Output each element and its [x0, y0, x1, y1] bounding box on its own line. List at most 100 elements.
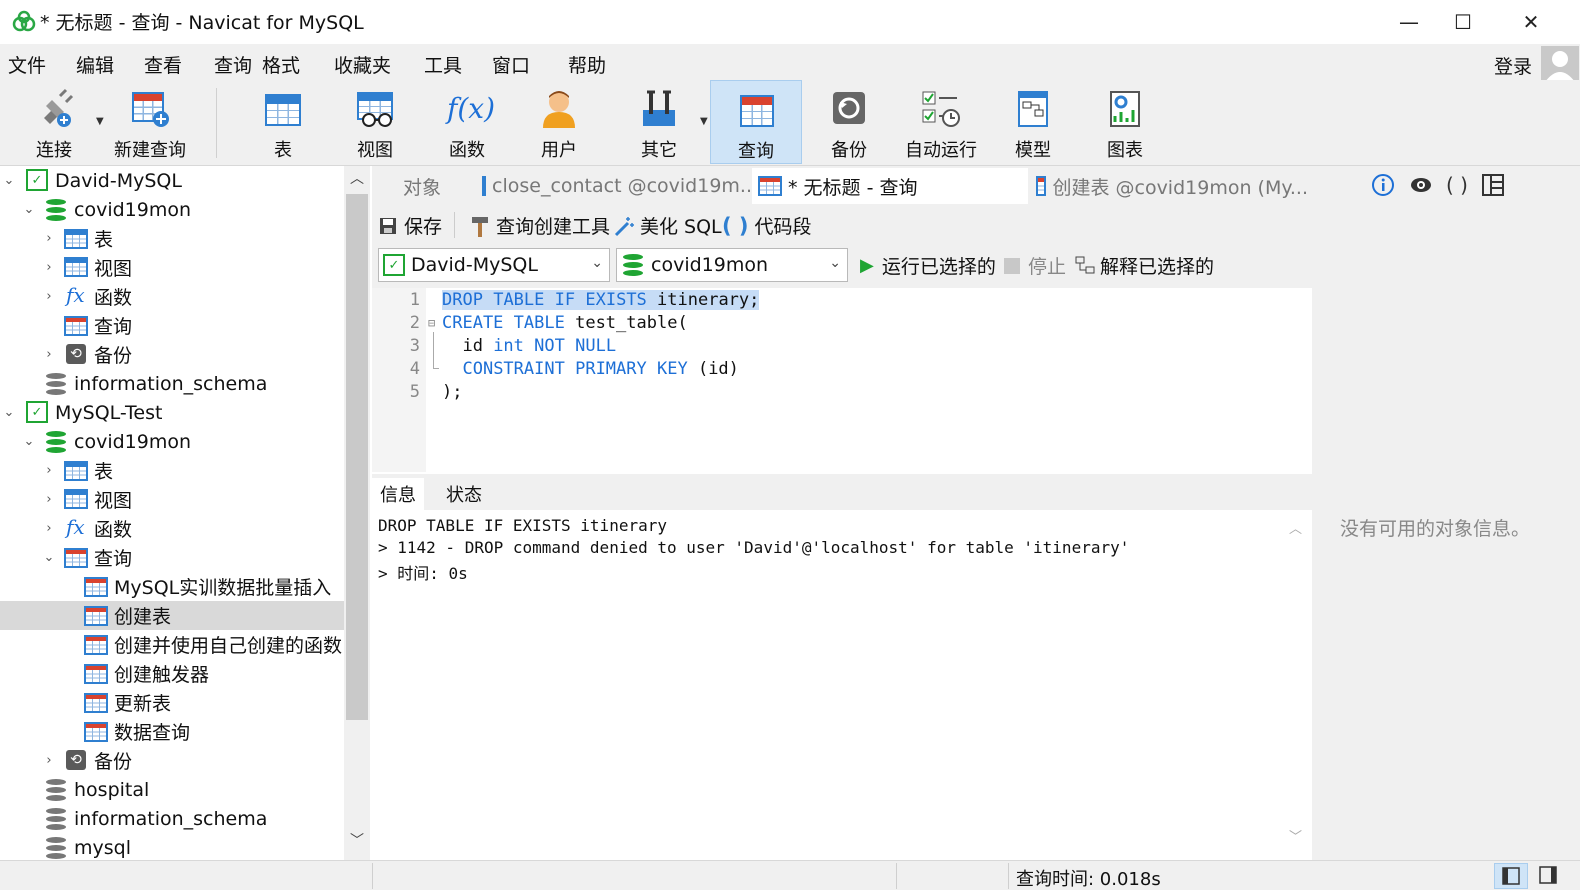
connect-button[interactable]: 连接: [14, 80, 94, 164]
menu-view[interactable]: 查看: [144, 51, 182, 78]
tree-scrollbar[interactable]: ︿ ﹀: [344, 166, 370, 860]
auto-run-button[interactable]: 自动运行: [896, 80, 986, 164]
tab-status[interactable]: 状态: [438, 478, 490, 510]
avatar[interactable]: [1541, 46, 1579, 82]
chevron-down-icon[interactable]: ⌄: [22, 202, 36, 217]
tree-views[interactable]: › 视图: [0, 253, 344, 282]
menu-favorites[interactable]: 收藏夹: [334, 51, 391, 78]
tree-query-item[interactable]: 数据查询: [0, 717, 344, 746]
login-link[interactable]: 登录: [1494, 52, 1532, 79]
code-snippet-button[interactable]: ( ) 代码段: [722, 212, 812, 239]
chevron-down-icon[interactable]: ⌄: [42, 550, 56, 565]
tree-query-item[interactable]: 更新表: [0, 688, 344, 717]
chevron-down-icon[interactable]: ⌄: [2, 405, 16, 420]
stop-button[interactable]: 停止: [1004, 252, 1066, 279]
tree-db-covid19mon[interactable]: ⌄ covid19mon: [0, 195, 344, 224]
menu-file[interactable]: 文件: [8, 51, 46, 78]
close-button[interactable]: ✕: [1508, 6, 1554, 38]
tree-views[interactable]: › 视图: [0, 485, 344, 514]
ddl-brackets-icon[interactable]: ( ): [1444, 172, 1470, 198]
tree-queries[interactable]: ⌄ 查询: [0, 543, 344, 572]
function-button[interactable]: f(x) 函数: [424, 80, 510, 164]
tree-db-information-schema[interactable]: information_schema: [0, 804, 344, 833]
tree-backup[interactable]: › ⟲ 备份: [0, 746, 344, 775]
tree-db-hospital[interactable]: hospital: [0, 775, 344, 804]
model-button[interactable]: 模型: [990, 80, 1076, 164]
save-button[interactable]: 保存: [378, 212, 442, 239]
tree-functions[interactable]: › fx 函数: [0, 282, 344, 311]
chevron-down-icon[interactable]: ⌄: [22, 434, 36, 449]
chevron-right-icon[interactable]: ›: [42, 521, 56, 536]
minimize-button[interactable]: —: [1386, 6, 1432, 38]
database-gray-icon: [46, 837, 66, 859]
tree-tables[interactable]: › 表: [0, 224, 344, 253]
tab-info[interactable]: 信息: [372, 478, 424, 510]
backup-label: 备份: [831, 140, 867, 161]
tree-tables[interactable]: › 表: [0, 456, 344, 485]
line-number: 1: [409, 290, 420, 310]
other-dropdown-icon[interactable]: ▼: [700, 116, 708, 127]
menu-window[interactable]: 窗口: [492, 51, 530, 78]
chart-button[interactable]: 图表: [1082, 80, 1168, 164]
fold-icon[interactable]: ⊟: [428, 316, 435, 330]
tab-close-contact[interactable]: close_contact @covid19m...: [476, 168, 750, 204]
connection-select[interactable]: ✓ David-MySQL ⌄: [378, 248, 610, 282]
chevron-right-icon[interactable]: ›: [42, 231, 56, 246]
explain-selected-button[interactable]: 解释已选择的: [1074, 252, 1214, 279]
chevron-right-icon[interactable]: ›: [42, 289, 56, 304]
tree-backup[interactable]: › ⟲ 备份: [0, 340, 344, 369]
tree-db-covid19mon[interactable]: ⌄ covid19mon: [0, 427, 344, 456]
preview-eye-icon[interactable]: [1408, 172, 1434, 198]
scrollbar-thumb[interactable]: [346, 194, 368, 720]
tree-query-item[interactable]: 创建并使用自己创建的函数: [0, 630, 344, 659]
info-icon[interactable]: [1370, 172, 1396, 198]
fold-line: [433, 368, 439, 369]
tree-functions[interactable]: › fx 函数: [0, 514, 344, 543]
layout-grid-icon[interactable]: [1480, 172, 1506, 198]
layout-toggle-right-icon[interactable]: [1532, 863, 1566, 889]
tree-db-information-schema[interactable]: information_schema: [0, 369, 344, 398]
backup-button[interactable]: 备份: [806, 80, 892, 164]
tree-query-item[interactable]: 创建触发器: [0, 659, 344, 688]
tab-create-table[interactable]: 创建表 @covid19mon (My...: [1030, 168, 1308, 204]
beautify-sql-button[interactable]: 美化 SQL: [612, 212, 722, 239]
chevron-right-icon[interactable]: ›: [42, 347, 56, 362]
tree-connection-david[interactable]: ⌄ ✓ David-MySQL: [0, 166, 344, 195]
chevron-down-icon[interactable]: ⌄: [2, 173, 16, 188]
new-query-button[interactable]: 新建查询: [110, 80, 190, 164]
connect-dropdown-icon[interactable]: ▼: [96, 116, 104, 127]
menu-format[interactable]: 格式: [262, 51, 300, 78]
run-selected-button[interactable]: ▶ 运行已选择的: [860, 252, 996, 279]
tab-untitled-query[interactable]: * 无标题 - 查询: [752, 168, 1028, 204]
query-button[interactable]: 查询: [710, 80, 802, 164]
menu-help[interactable]: 帮助: [568, 51, 606, 78]
tree-queries[interactable]: 查询: [0, 311, 344, 340]
maximize-button[interactable]: ☐: [1440, 6, 1486, 38]
result-tabs: 信息 状态: [372, 474, 1312, 510]
tree-query-item[interactable]: MySQL实训数据批量插入: [0, 572, 344, 601]
other-button[interactable]: 其它: [614, 80, 704, 164]
scroll-down-icon[interactable]: ﹀: [350, 830, 364, 850]
menu-edit[interactable]: 编辑: [76, 51, 114, 78]
tree-connection-mysql-test[interactable]: ⌄ ✓ MySQL-Test: [0, 398, 344, 427]
tree-db-mysql[interactable]: mysql: [0, 833, 344, 860]
tree-query-item-selected[interactable]: 创建表: [0, 601, 344, 630]
database-select[interactable]: covid19mon ⌄: [616, 248, 848, 282]
user-button[interactable]: 用户: [516, 80, 602, 164]
sql-editor[interactable]: 1 2 3 4 5 ⊟ DROP TABLE IF EXISTS itinera…: [372, 288, 1312, 472]
tab-objects[interactable]: 对象: [372, 168, 472, 204]
scroll-up-icon[interactable]: ︿: [1289, 518, 1302, 537]
chevron-right-icon[interactable]: ›: [42, 463, 56, 478]
view-button[interactable]: 视图: [332, 80, 418, 164]
scroll-up-icon[interactable]: ︿: [350, 168, 364, 188]
chevron-right-icon[interactable]: ›: [42, 492, 56, 507]
scroll-down-icon[interactable]: ﹀: [1289, 826, 1302, 845]
menu-tools[interactable]: 工具: [424, 51, 462, 78]
result-scrollbar[interactable]: ︿ ﹀: [1285, 514, 1307, 850]
chevron-right-icon[interactable]: ›: [42, 260, 56, 275]
chevron-right-icon[interactable]: ›: [42, 753, 56, 768]
table-button[interactable]: 表: [240, 80, 326, 164]
layout-toggle-left-icon[interactable]: [1494, 863, 1528, 889]
menu-query[interactable]: 查询: [214, 51, 252, 78]
query-builder-button[interactable]: 查询创建工具: [470, 212, 610, 239]
